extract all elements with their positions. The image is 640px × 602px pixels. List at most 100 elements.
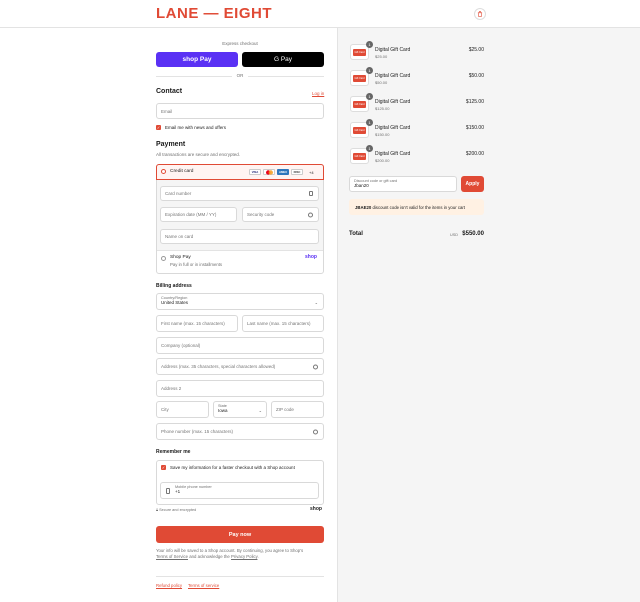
contact-title: Contact <box>156 88 183 95</box>
refund-policy-link[interactable]: Refund policy <box>156 583 182 588</box>
error-text: discount code isn't valid for the items … <box>372 204 465 210</box>
legal-period: . <box>257 554 259 559</box>
mobile-value: +1 <box>175 489 181 494</box>
help-icon[interactable] <box>308 212 313 217</box>
discount-value: Jban20 <box>354 183 369 188</box>
gift-card-image: Gift Card <box>353 127 366 134</box>
shop-pay-sub: Pay in full or in installments <box>170 262 223 267</box>
secure-note-text: Secure and encrypted <box>159 508 197 512</box>
address-placeholder: Address (max. 35 characters, special cha… <box>161 364 276 369</box>
company-field[interactable]: Company (optional) <box>156 337 324 354</box>
divider <box>248 76 324 77</box>
phone-field[interactable]: Phone number (max. 15 characters) <box>156 423 324 440</box>
cart-item-variant: $50.00 <box>375 80 388 85</box>
more-cards-count: +4 <box>309 170 314 175</box>
card-number-field[interactable]: Card number <box>160 186 319 201</box>
shop-pay-logo: shop <box>305 254 317 260</box>
state-select[interactable]: State Iowa ⌄ <box>213 401 267 418</box>
credit-card-label: Credit card <box>170 169 194 174</box>
cart-item-variant: $25.00 <box>375 54 388 59</box>
shop-pay-button[interactable]: shop Pay <box>156 52 238 67</box>
credit-card-radio[interactable] <box>161 169 166 174</box>
cart-item-name: Digital Gift Card <box>375 99 411 105</box>
cart-item-name: Digital Gift Card <box>375 125 411 131</box>
email-field[interactable]: Email <box>156 103 324 119</box>
gift-card-image: Gift Card <box>353 49 366 56</box>
phone-placeholder: Phone number (max. 15 characters) <box>161 429 234 434</box>
country-value: United States <box>161 300 189 305</box>
legal-text: Your info will be saved to a Shop accoun… <box>156 548 324 560</box>
discount-code-field[interactable]: Discount code or gift card Jban20 <box>349 176 457 192</box>
payment-subtitle: All transactions are secure and encrypte… <box>156 152 241 157</box>
mastercard-icon <box>263 169 275 175</box>
google-pay-button[interactable]: G Pay <box>242 52 324 67</box>
express-checkout-title: Express checkout <box>222 41 258 46</box>
total-label: Total <box>349 231 363 237</box>
login-link[interactable]: Log in <box>312 91 324 96</box>
quantity-badge: 1 <box>366 93 373 100</box>
phone-icon <box>166 488 170 494</box>
mobile-phone-field[interactable]: Mobile phone number +1 <box>160 482 319 499</box>
divider <box>156 576 324 577</box>
shop-logo: shop <box>310 506 322 512</box>
address2-field[interactable]: Address 2 <box>156 380 324 397</box>
gift-card-image: Gift Card <box>353 75 366 82</box>
cart-item-price: $50.00 <box>468 73 484 79</box>
security-code-placeholder: Security code <box>247 212 275 217</box>
remember-title: Remember me <box>156 449 191 455</box>
security-code-field[interactable]: Security code <box>242 207 319 222</box>
header: LANE — EIGHT <box>0 0 640 28</box>
currency-code: USD <box>450 233 459 237</box>
first-name-field[interactable]: First name (max. 15 characters) <box>156 315 238 332</box>
news-checkbox-label: Email me with news and offers <box>165 125 226 130</box>
error-code: JBAE20 <box>355 204 372 210</box>
last-name-field[interactable]: Last name (max. 15 characters) <box>242 315 324 332</box>
news-checkbox[interactable]: ✓ <box>156 125 161 130</box>
card-number-placeholder: Card number <box>165 191 192 196</box>
cart-item-price: $200.00 <box>465 151 484 157</box>
brand-logo[interactable]: LANE — EIGHT <box>156 5 272 22</box>
country-select[interactable]: Country/Region United States ⌄ <box>156 293 324 310</box>
or-separator: OR <box>236 73 244 78</box>
cart-item-variant: $125.00 <box>375 106 390 111</box>
legal-line: Your info will be saved to a Shop accoun… <box>156 548 304 553</box>
city-field[interactable]: City <box>156 401 209 418</box>
gift-card-image: Gift Card <box>353 101 366 108</box>
discover-icon: DISC <box>291 169 303 175</box>
save-info-label: Save my information for a faster checkou… <box>170 465 295 470</box>
terms-of-service-link[interactable]: Terms of Service <box>156 554 188 559</box>
address-field[interactable]: Address (max. 35 characters, special cha… <box>156 358 324 375</box>
quantity-badge: 1 <box>366 119 373 126</box>
help-icon[interactable] <box>313 429 318 434</box>
terms-of-service-footer-link[interactable]: Terms of service <box>188 583 219 588</box>
apply-button[interactable]: Apply <box>461 176 484 192</box>
privacy-policy-link[interactable]: Privacy Policy <box>231 554 257 559</box>
quantity-badge: 1 <box>366 67 373 74</box>
payment-title: Payment <box>156 141 186 148</box>
cart-item-name: Digital Gift Card <box>375 73 411 79</box>
amex-icon: AMEX <box>277 169 289 175</box>
quantity-badge: 1 <box>366 145 373 152</box>
pay-now-button[interactable]: Pay now <box>156 526 324 543</box>
secure-note: 🔒︎ Secure and encrypted <box>156 508 196 512</box>
lock-icon <box>309 191 313 196</box>
order-summary-panel <box>337 28 640 602</box>
divider <box>156 76 232 77</box>
billing-title: Billing address <box>156 283 192 289</box>
cart-item-price: $125.00 <box>465 99 484 105</box>
save-info-checkbox[interactable]: ✓ <box>161 465 166 470</box>
shop-pay-radio[interactable] <box>161 256 166 261</box>
chevron-down-icon: ⌄ <box>258 408 262 413</box>
legal-and: and acknowledge the <box>189 554 230 559</box>
gift-card-image: Gift Card <box>353 153 366 160</box>
discount-error: JBAE20 discount code isn't valid for the… <box>349 199 484 215</box>
expiry-field[interactable]: Expiration date (MM / YY) <box>160 207 237 222</box>
cart-item-name: Digital Gift Card <box>375 151 411 157</box>
lock-icon: 🔒︎ <box>156 508 159 512</box>
zip-field[interactable]: ZIP code <box>271 401 324 418</box>
shop-pay-label[interactable]: Shop Pay <box>170 255 191 260</box>
shopping-bag-icon[interactable] <box>474 8 486 20</box>
name-on-card-field[interactable]: Name on card <box>160 229 319 244</box>
visa-icon: VISA <box>249 169 261 175</box>
cart-item-name: Digital Gift Card <box>375 47 411 53</box>
